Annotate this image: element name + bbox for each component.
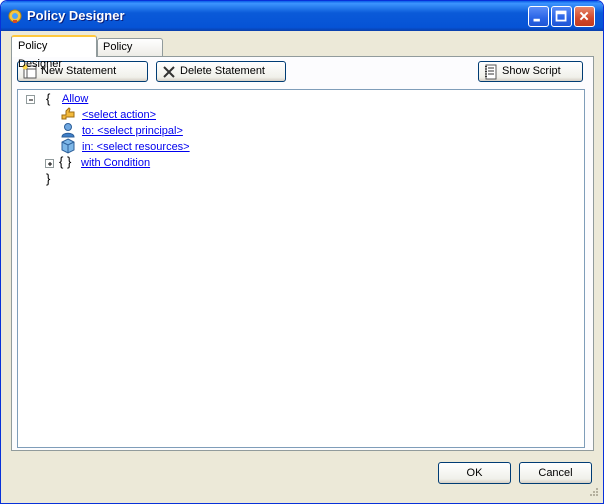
window-title: Policy Designer	[27, 8, 125, 23]
tab-policy-designer[interactable]: Policy Designer	[11, 35, 97, 70]
show-script-button[interactable]: Show Script	[478, 61, 583, 82]
script-document-icon	[483, 64, 499, 80]
policy-designer-window: Policy Designer Policy Designer Policy S…	[0, 0, 604, 504]
maximize-icon	[555, 10, 567, 22]
statement-close-brace: }	[46, 171, 51, 186]
policy-tree[interactable]: { Allow <select action> to: <select prin…	[17, 89, 585, 448]
policy-app-icon	[7, 8, 23, 24]
expand-icon[interactable]	[45, 159, 54, 168]
maximize-button[interactable]	[551, 6, 572, 27]
delete-x-icon	[161, 64, 177, 80]
minimize-icon	[533, 18, 540, 22]
select-resources-link[interactable]: in: <select resources>	[82, 141, 190, 153]
title-bar[interactable]: Policy Designer	[1, 1, 603, 31]
resize-grip-icon[interactable]	[587, 487, 599, 499]
allow-link[interactable]: Allow	[62, 93, 88, 105]
close-button[interactable]	[574, 6, 595, 27]
tab-policy-script[interactable]: Policy Script	[97, 38, 163, 70]
select-action-link[interactable]: <select action>	[82, 109, 156, 121]
delete-statement-button[interactable]: Delete Statement	[156, 61, 286, 82]
minimize-button[interactable]	[528, 6, 549, 27]
select-principal-link[interactable]: to: <select principal>	[82, 125, 183, 137]
statement-open-brace: {	[46, 91, 51, 106]
collapse-icon[interactable]	[26, 95, 35, 104]
cancel-button[interactable]: Cancel	[519, 462, 592, 484]
delete-statement-label: Delete Statement	[180, 65, 265, 77]
with-condition-link[interactable]: with Condition	[81, 157, 150, 169]
condition-braces: { }	[59, 154, 72, 169]
ok-button[interactable]: OK	[438, 462, 511, 484]
show-script-label: Show Script	[502, 65, 561, 77]
close-icon	[579, 11, 589, 21]
